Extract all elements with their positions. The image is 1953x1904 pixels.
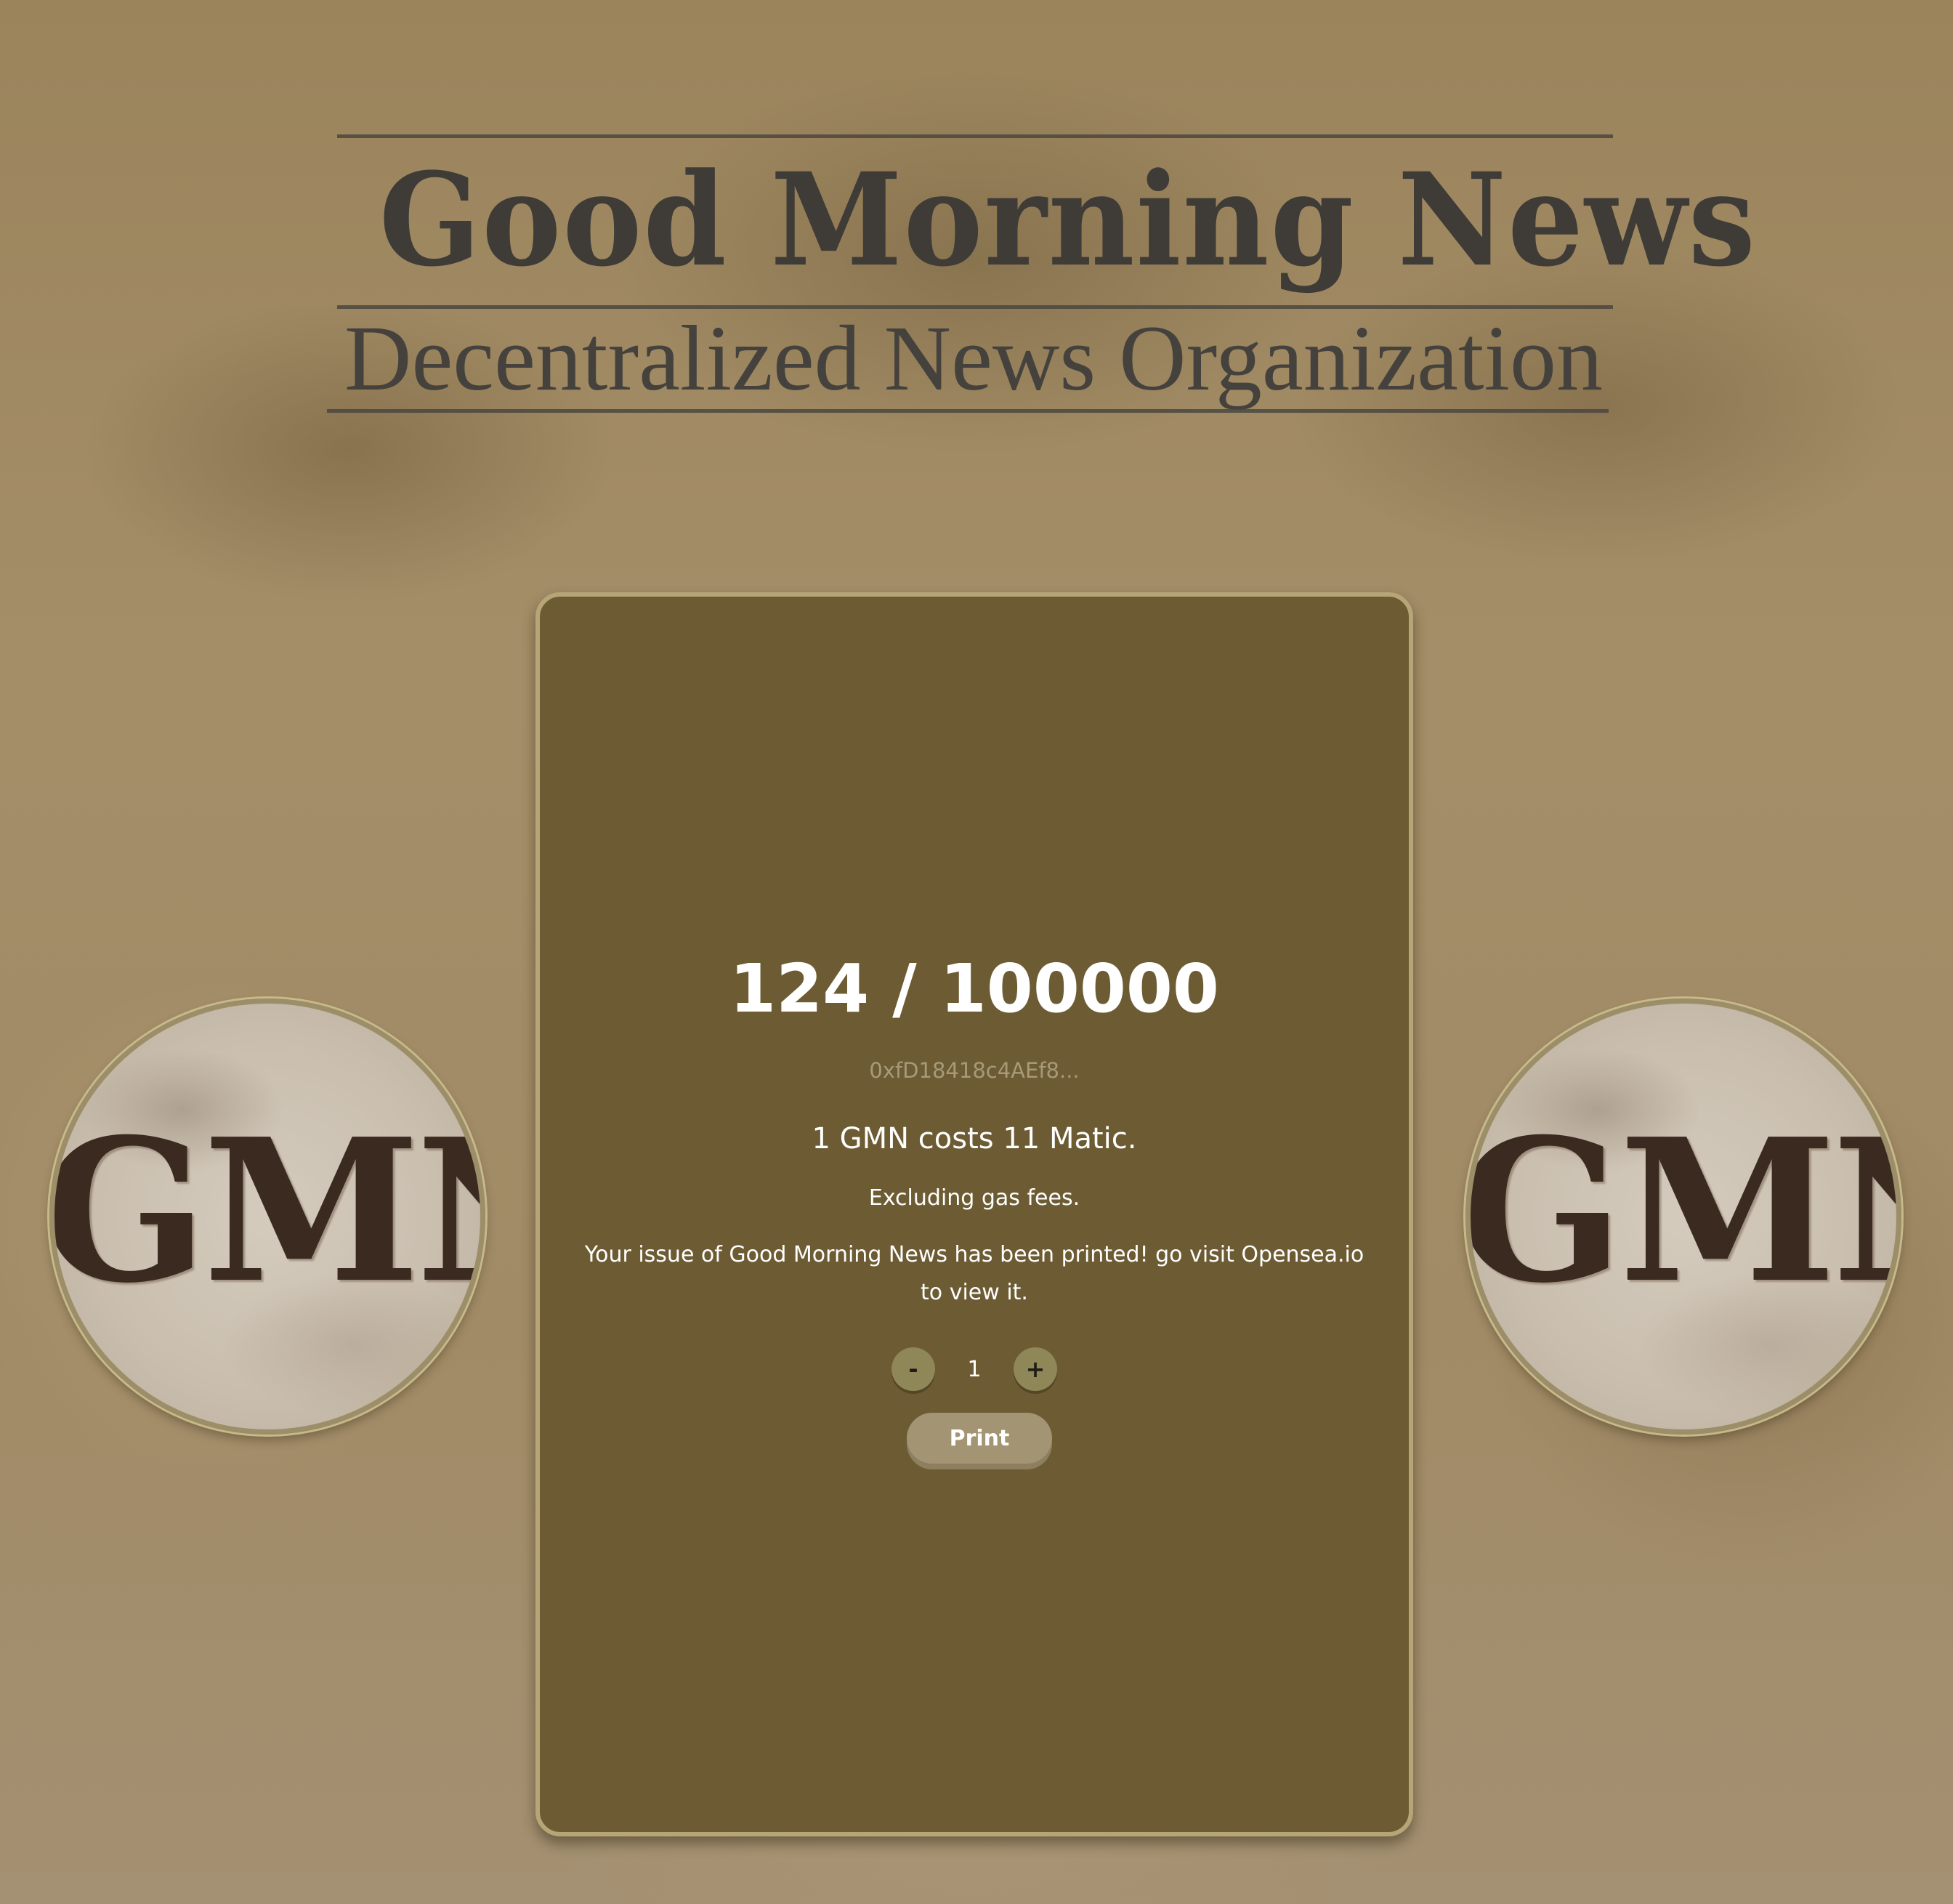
decrement-button[interactable]: - bbox=[891, 1347, 935, 1391]
masthead-bottom-rule bbox=[327, 409, 1609, 413]
masthead-top-rule bbox=[337, 134, 1613, 138]
gmn-logo-right-text: GMN bbox=[1465, 1095, 1896, 1326]
increment-button[interactable]: + bbox=[1014, 1347, 1057, 1391]
gmn-logo-left-text: GMN bbox=[49, 1095, 480, 1326]
mint-counter: 124 / 100000 bbox=[729, 950, 1219, 1028]
gas-note: Excluding gas fees. bbox=[868, 1185, 1080, 1211]
cost-text: 1 GMN costs 11 Matic. bbox=[812, 1122, 1137, 1155]
quantity-stepper: - 1 + bbox=[540, 1346, 1409, 1392]
masthead-subtitle: Decentralized News Organization bbox=[344, 307, 1603, 410]
masthead: Good Morning News Decentralized News Org… bbox=[327, 134, 1757, 418]
print-button[interactable]: Print bbox=[907, 1413, 1052, 1464]
gmn-logo-right: GMN bbox=[1465, 999, 1901, 1435]
contract-address-link[interactable]: 0xfD18418c4AEf8... bbox=[540, 1056, 1409, 1085]
gmn-logo-left: GMN bbox=[49, 999, 485, 1435]
quantity-value: 1 bbox=[967, 1356, 982, 1382]
status-message: Your issue of Good Morning News has been… bbox=[584, 1242, 1364, 1305]
masthead-title: Good Morning News bbox=[379, 145, 1757, 295]
mint-card: 124 / 100000 0xfD18418c4AEf8... 1 GMN co… bbox=[535, 592, 1413, 1836]
